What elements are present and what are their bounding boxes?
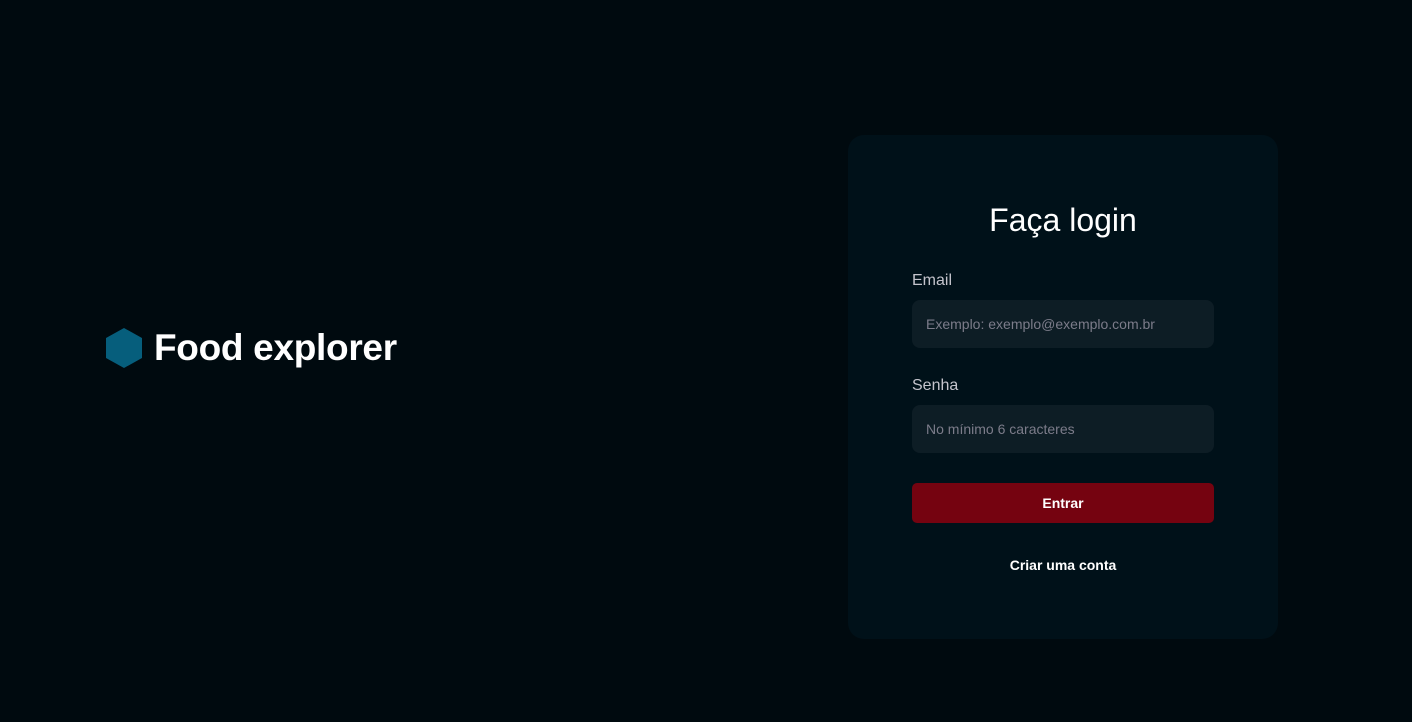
email-label: Email — [912, 272, 953, 289]
password-field-group: Senha — [912, 376, 1214, 453]
login-title: Faça login — [989, 202, 1137, 238]
create-account-link[interactable]: Criar uma conta — [912, 557, 1214, 573]
email-input[interactable] — [912, 300, 1214, 348]
password-input[interactable] — [912, 405, 1214, 453]
brand-logo: Food explorer — [106, 328, 397, 368]
email-field-group: Email — [912, 271, 1214, 348]
brand-name: Food explorer — [154, 327, 397, 368]
login-card: Faça login Email Senha Entrar Criar uma … — [848, 135, 1278, 639]
login-button[interactable]: Entrar — [912, 483, 1214, 523]
password-label: Senha — [912, 377, 959, 394]
login-page: Food explorer Faça login Email Senha Ent… — [0, 0, 1412, 722]
hexagon-logo-icon — [106, 328, 142, 368]
